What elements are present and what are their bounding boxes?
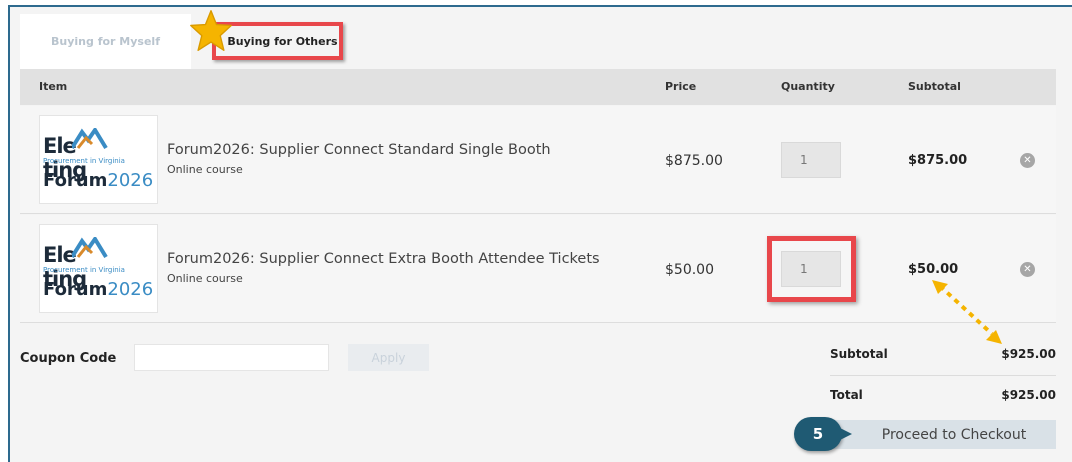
mountain-icon (72, 237, 108, 259)
logo-forum: Forum (43, 170, 108, 191)
cart-table-header: Item Price Quantity Subtotal (20, 69, 1056, 105)
logo-forum: Forum (43, 279, 108, 300)
item-price: $875.00 (665, 153, 723, 169)
proceed-to-checkout-button[interactable]: Proceed to Checkout (830, 420, 1056, 449)
item-type: Online course (167, 163, 243, 176)
apply-button[interactable]: Apply (348, 344, 429, 371)
summary-divider (830, 375, 1056, 376)
tab-buying-for-myself[interactable]: Buying for Myself (20, 14, 191, 69)
logo-text: Ele (43, 243, 77, 267)
logo-year: 2026 (107, 279, 154, 300)
item-title[interactable]: Forum2026: Supplier Connect Extra Booth … (167, 251, 600, 267)
quantity-input[interactable]: 1 (781, 142, 841, 178)
item-price: $50.00 (665, 262, 714, 278)
quantity-highlight-box (767, 236, 856, 302)
header-quantity: Quantity (781, 80, 835, 93)
item-type: Online course (167, 272, 243, 285)
summary-subtotal-value: $925.00 (1001, 347, 1056, 361)
arrow-icon (932, 280, 1002, 344)
cart-row: Eleting Procurement in Virginia Forum202… (20, 106, 1056, 214)
cart-row: Eleting Procurement in Virginia Forum202… (20, 215, 1056, 323)
product-logo: Eleting Procurement in Virginia Forum202… (39, 224, 158, 313)
coupon-label: Coupon Code (20, 351, 117, 366)
logo-year: 2026 (107, 170, 154, 191)
summary-total-label: Total (830, 388, 863, 402)
logo-tagline: Procurement in Virginia (43, 266, 125, 274)
item-subtotal: $50.00 (908, 262, 959, 277)
header-item: Item (39, 80, 68, 93)
star-icon (190, 10, 232, 52)
summary-total-value: $925.00 (1001, 388, 1056, 402)
item-title[interactable]: Forum2026: Supplier Connect Standard Sin… (167, 142, 551, 158)
summary-subtotal-label: Subtotal (830, 347, 888, 361)
mountain-icon (72, 128, 108, 150)
remove-icon[interactable]: ✕ (1020, 153, 1035, 168)
logo-text: Ele (43, 134, 77, 158)
step-number-badge: 5 (794, 417, 852, 451)
logo-tagline: Procurement in Virginia (43, 157, 125, 165)
product-logo: Eleting Procurement in Virginia Forum202… (39, 115, 158, 204)
item-subtotal: $875.00 (908, 153, 968, 168)
tab-buying-for-others-label: Buying for Others (227, 34, 338, 48)
header-subtotal: Subtotal (908, 80, 961, 93)
remove-icon[interactable]: ✕ (1020, 262, 1035, 277)
coupon-input[interactable] (134, 344, 329, 371)
header-price: Price (665, 80, 697, 93)
